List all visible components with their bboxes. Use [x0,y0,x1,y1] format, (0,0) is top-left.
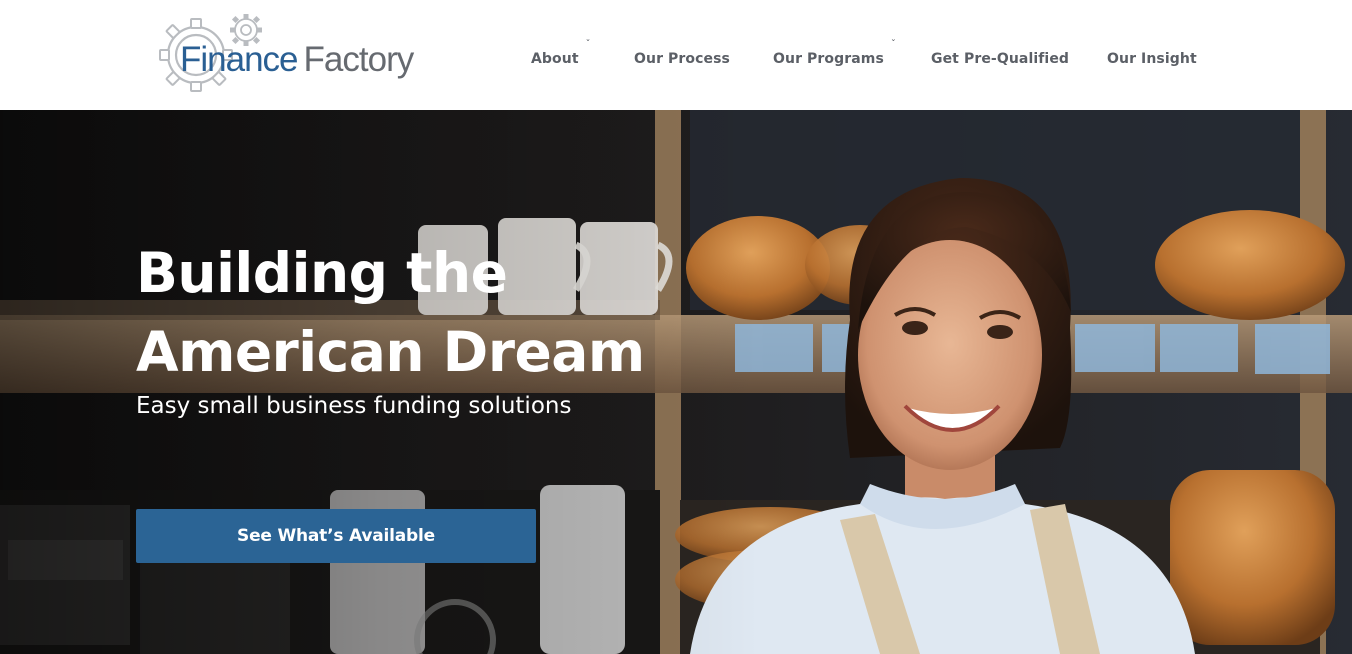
site-header: Finance Factory About ˇ Our Process Our P… [0,0,1352,110]
nav-item-label: Get Pre-Qualified [931,51,1070,67]
hero-title: Building the American Dream [136,234,656,392]
hero-banner: Building the American Dream Easy small b… [0,110,1352,654]
main-nav: About ˇ Our Process Our Programs ˇ Get P… [0,0,1352,110]
see-whats-available-button[interactable]: See What’s Available [136,509,536,563]
nav-item-label: Our Process [634,51,730,67]
chevron-down-icon: ˇ [890,39,896,50]
nav-item-label: About [531,51,579,67]
hero-subtitle: Easy small business funding solutions [136,393,572,419]
chevron-down-icon: ˇ [585,39,591,50]
nav-item-label: Our Programs [773,51,884,67]
nav-item-get-pre-qualified[interactable]: Get Pre-Qualified [931,48,1069,70]
nav-item-about[interactable]: About ˇ [531,39,591,70]
nav-item-our-programs[interactable]: Our Programs ˇ [773,39,896,70]
nav-item-our-process[interactable]: Our Process [634,48,730,70]
nav-item-label: Our Insight [1107,51,1197,67]
hero-title-line-1: Building the [136,241,508,305]
hero-title-line-2: American Dream [136,320,645,384]
nav-item-our-insight[interactable]: Our Insight [1107,48,1197,70]
